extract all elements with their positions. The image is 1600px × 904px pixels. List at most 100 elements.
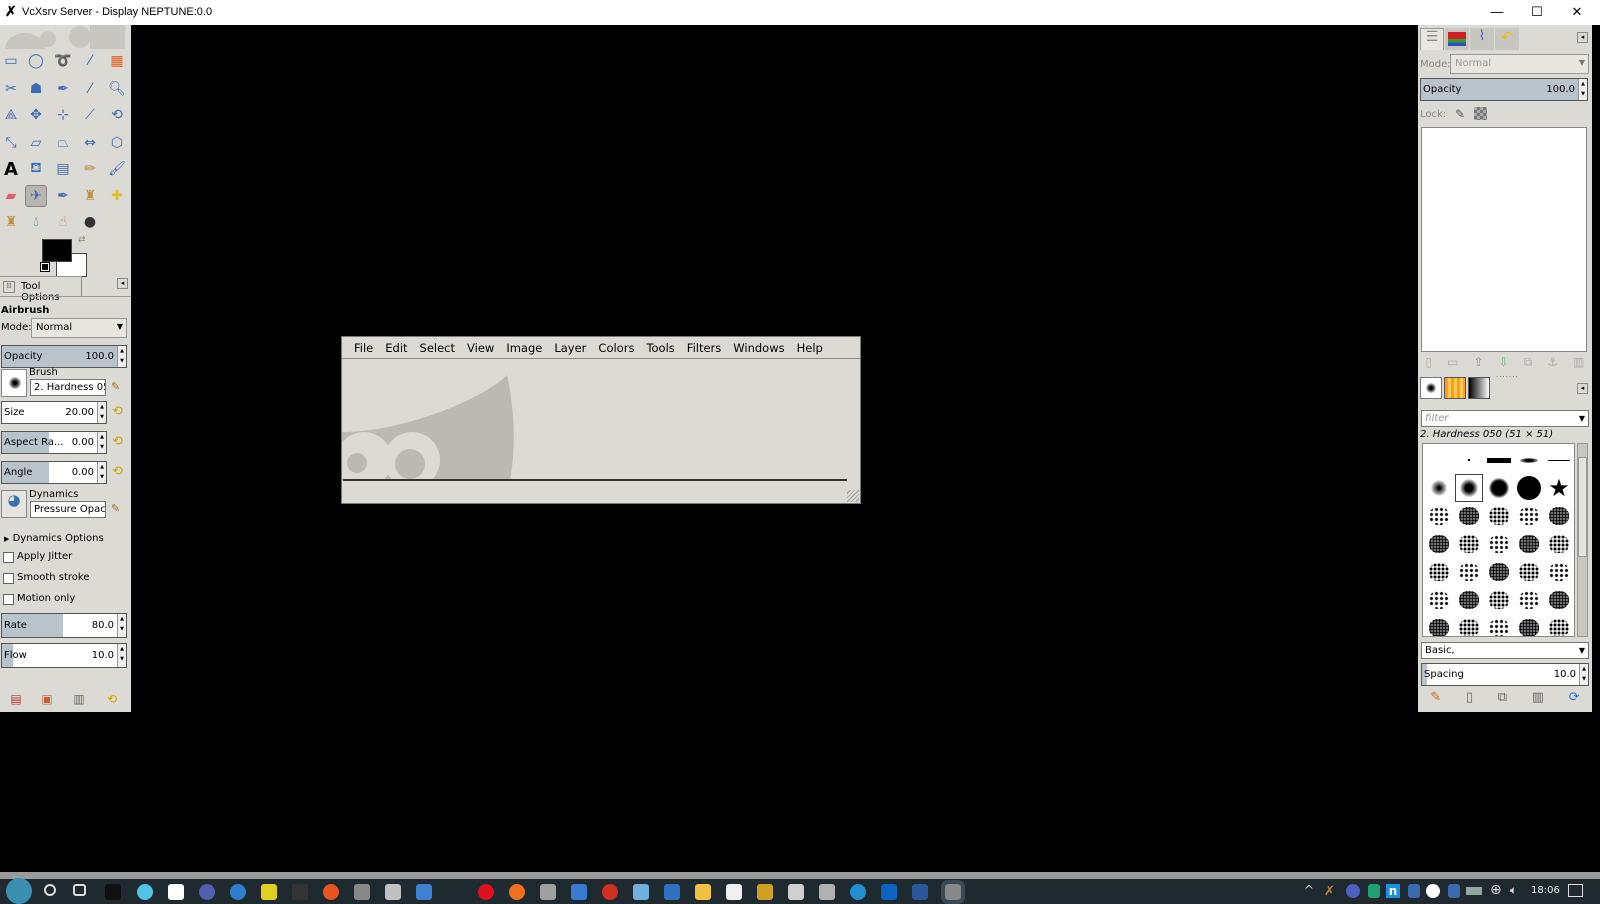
tab-channels[interactable] — [1445, 28, 1469, 50]
brush-thumbnail[interactable] — [1425, 446, 1453, 474]
dynamics-options-expander[interactable]: ▶ Dynamics Options — [4, 533, 104, 544]
zoom-tool-icon[interactable]: 🔍︎ — [106, 78, 128, 100]
brush-thumbnail[interactable] — [1515, 530, 1543, 558]
tray-shield-icon[interactable] — [1448, 884, 1460, 898]
brush-thumbnail[interactable] — [1425, 614, 1453, 636]
brush-thumbnail[interactable] — [1425, 558, 1453, 586]
app-cloud-taskbar-icon[interactable] — [788, 884, 804, 900]
dodge-burn-tool-icon[interactable]: ● — [79, 211, 101, 233]
firefox-taskbar-icon[interactable] — [509, 884, 525, 900]
move-tool-icon[interactable]: ✥ — [25, 104, 47, 126]
start-terminal-taskbar-icon[interactable] — [105, 884, 121, 900]
delete-tool-preset-icon[interactable]: ▥ — [72, 692, 86, 706]
brush-thumbnail[interactable]: ★ — [1545, 474, 1573, 502]
menu-tools[interactable]: Tools — [640, 337, 680, 358]
fuzzy-select-tool-icon[interactable]: ⁄ — [79, 50, 101, 72]
start-menu-taskbar-icon[interactable] — [6, 878, 32, 904]
spin-arrows[interactable]: ▲ ▼ — [97, 432, 106, 453]
apply-jitter-checkbox[interactable] — [3, 552, 14, 563]
alignment-tool-icon[interactable]: ⊹ — [52, 104, 74, 126]
brush-thumbnail[interactable] — [1455, 558, 1483, 586]
app-blue-arch-taskbar-icon[interactable] — [230, 884, 246, 900]
minimize-button[interactable]: — — [1477, 0, 1517, 25]
brush-thumbnail[interactable] — [1545, 558, 1573, 586]
ink-tool-icon[interactable]: ✒ — [52, 185, 74, 207]
vs-code-taskbar-icon[interactable] — [168, 884, 184, 900]
shell-taskbar-icon[interactable] — [137, 884, 153, 900]
file-explorer-taskbar-icon[interactable] — [695, 884, 711, 900]
scale-tool-icon[interactable]: ⤡ — [0, 132, 22, 154]
brush-thumbnail[interactable] — [1485, 502, 1513, 530]
bluetooth-taskbar-icon[interactable] — [571, 884, 587, 900]
rate-slider[interactable]: Rate 80.0 ▲ ▼ — [1, 613, 127, 638]
brush-thumbnail[interactable] — [1485, 474, 1513, 502]
anchor-layer-icon[interactable]: ⚓ — [1547, 355, 1558, 375]
tab-undo-history[interactable]: ↶ — [1495, 28, 1519, 50]
tab-brushes[interactable] — [1420, 377, 1442, 399]
layer-opacity-slider[interactable]: Opacity 100.0 ▲ ▼ — [1420, 78, 1588, 101]
app-files-taskbar-icon[interactable] — [540, 884, 556, 900]
spacing-slider[interactable]: Spacing 10.0 ▲ ▼ — [1421, 663, 1589, 686]
brush-thumbnail[interactable] — [1425, 502, 1453, 530]
restore-tool-preset-icon[interactable]: ▣ — [40, 692, 54, 706]
ellipse-select-tool-icon[interactable]: ◯ — [25, 50, 47, 72]
store-taskbar-icon[interactable] — [726, 884, 742, 900]
usb-icon[interactable] — [1466, 887, 1482, 895]
heal-tool-icon[interactable]: ✚ — [106, 185, 128, 207]
remote-desktop-taskbar-icon[interactable] — [416, 884, 432, 900]
reset-aspect-icon[interactable]: ⟲ — [112, 434, 123, 449]
vcxsrv-active-taskbar-icon[interactable] — [941, 880, 965, 904]
pencil-tool-icon[interactable]: ✏ — [79, 158, 101, 180]
raise-layer-icon[interactable]: ⇧ — [1474, 355, 1484, 375]
reset-size-icon[interactable]: ⟲ — [112, 404, 123, 419]
brush-thumbnail[interactable] — [1485, 446, 1513, 474]
opacity-slider[interactable]: Opacity 100.0 ▲ ▼ — [1, 345, 127, 368]
flow-slider[interactable]: Flow 10.0 ▲ ▼ — [1, 643, 127, 668]
brush-thumbnail[interactable] — [1515, 586, 1543, 614]
rect-select-tool-icon[interactable]: ▭ — [0, 50, 22, 72]
brush-thumbnail[interactable] — [1455, 474, 1483, 502]
brush-thumbnail[interactable] — [1545, 614, 1573, 636]
new-layer-icon[interactable]: ▯ — [1426, 355, 1433, 375]
clock[interactable]: 18:06 — [1531, 885, 1560, 896]
dock-separator-handle[interactable]: ······· — [1496, 373, 1519, 381]
layer-mode-select[interactable]: Normal ▼ — [1450, 54, 1589, 74]
security-shield-icon[interactable] — [1368, 884, 1380, 898]
tray-app-icon[interactable] — [1346, 884, 1360, 898]
notepad-taskbar-icon[interactable] — [633, 884, 649, 900]
scissors-select-tool-icon[interactable]: ✂ — [0, 78, 22, 100]
reset-angle-icon[interactable]: ⟲ — [112, 464, 123, 479]
spin-arrows[interactable]: ▲ ▼ — [97, 402, 106, 423]
ubuntu-taskbar-icon[interactable] — [323, 884, 339, 900]
word-taskbar-icon[interactable] — [912, 884, 928, 900]
cmd-taskbar-icon[interactable] — [292, 884, 308, 900]
flip-tool-icon[interactable]: ⇔ — [79, 132, 101, 154]
swap-colors-icon[interactable]: ⇄ — [78, 235, 86, 245]
foreground-select-tool-icon[interactable]: ☗ — [25, 78, 47, 100]
search-taskbar-icon[interactable] — [44, 884, 56, 896]
spin-arrows[interactable]: ▲ ▼ — [117, 614, 126, 637]
edge-taskbar-icon[interactable] — [850, 884, 866, 900]
maximize-button[interactable]: ☐ — [1517, 0, 1557, 25]
brush-thumbnail[interactable] — [1545, 446, 1573, 474]
app-gold-taskbar-icon[interactable] — [757, 884, 773, 900]
outlook-taskbar-icon[interactable] — [881, 884, 897, 900]
brush-thumbnail[interactable] — [1515, 558, 1543, 586]
brush-thumbnail[interactable] — [1425, 586, 1453, 614]
vcxsrv-tray-icon[interactable]: ✗ — [1324, 884, 1338, 899]
save-tool-preset-icon[interactable]: ▤ — [9, 692, 23, 706]
edit-brush-icon[interactable]: ✎ — [111, 380, 120, 393]
volume-icon[interactable]: 🔈︎ — [1510, 883, 1517, 898]
brush-thumbnail[interactable] — [1545, 530, 1573, 558]
menu-windows[interactable]: Windows — [727, 337, 790, 358]
delete-layer-icon[interactable]: ▥ — [1573, 355, 1584, 375]
menu-select[interactable]: Select — [414, 337, 461, 358]
brush-thumbnail[interactable] — [1515, 614, 1543, 636]
duplicate-brush-icon[interactable]: ⧉ — [1498, 690, 1507, 710]
smudge-tool-icon[interactable]: ☝ — [52, 211, 74, 233]
rotate-tool-icon[interactable]: ⟲ — [106, 104, 128, 126]
foreground-color[interactable] — [42, 239, 72, 262]
airbrush-tool-icon[interactable]: ✈ — [25, 185, 47, 207]
menu-view[interactable]: View — [461, 337, 500, 358]
remote-app-taskbar-icon[interactable] — [385, 884, 401, 900]
